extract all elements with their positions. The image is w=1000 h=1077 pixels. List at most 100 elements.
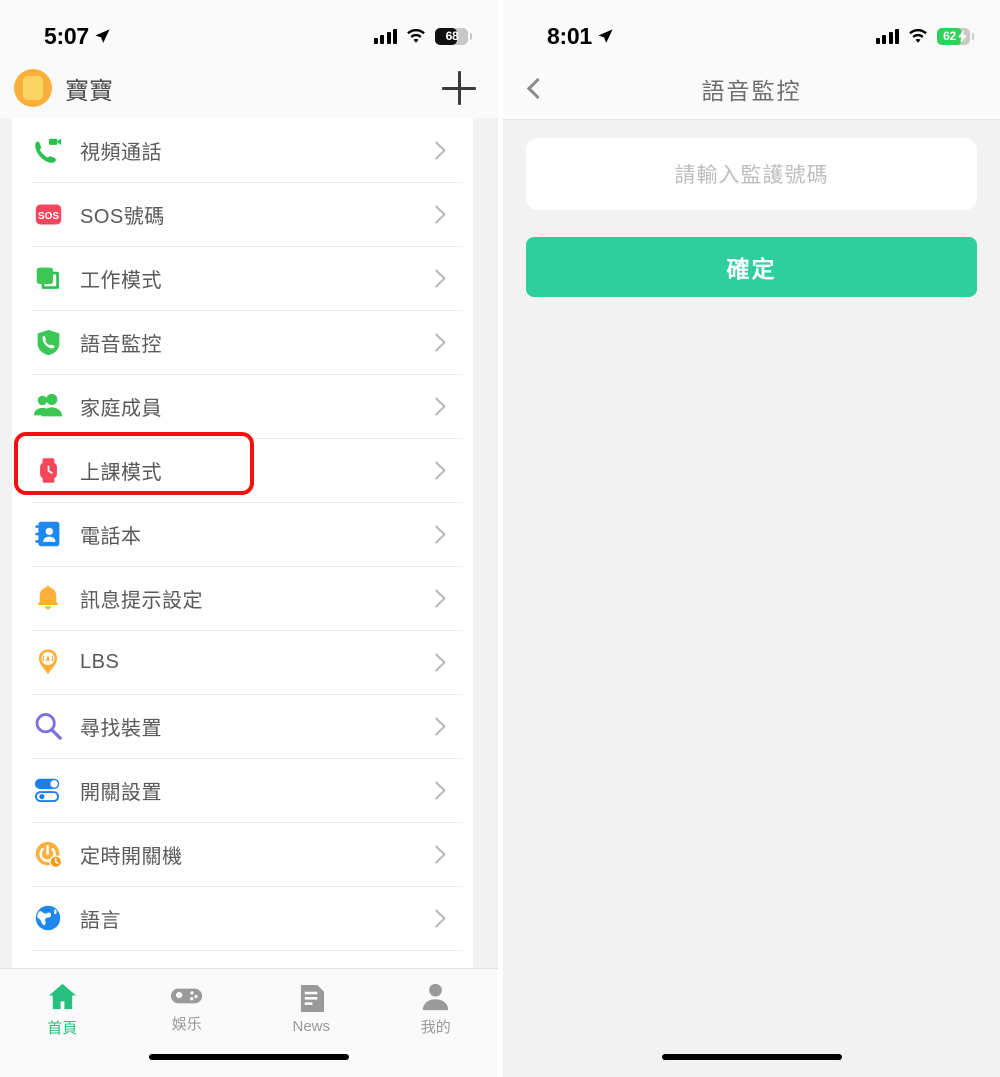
voice-monitor-form: 請輸入監護號碼 確定	[503, 120, 1000, 1076]
tab-label: News	[292, 1017, 330, 1035]
menu-item-label: SOS號碼	[80, 205, 165, 228]
home-icon	[48, 983, 76, 1009]
location-arrow-icon	[95, 28, 110, 43]
right-status-bar: 8:01 62	[503, 0, 1000, 58]
menu-item-label: 上課模式	[80, 461, 162, 484]
status-right-group: 68	[373, 27, 472, 45]
menu-item-lbs[interactable]: LBS	[12, 630, 473, 694]
menu-item-video-call[interactable]: 視頻通話	[12, 118, 473, 182]
page-title: 語音監控	[701, 77, 802, 104]
chevron-right-icon	[427, 588, 446, 608]
home-indicator	[149, 1054, 349, 1060]
tab-home[interactable]: 首頁	[0, 969, 125, 1049]
add-device-button[interactable]	[442, 71, 476, 105]
watch-avatar-icon[interactable]	[14, 69, 52, 107]
menu-item-label: 語言	[80, 909, 121, 932]
wifi-icon	[407, 28, 425, 43]
tab-entertainment[interactable]: 娛乐	[125, 969, 250, 1049]
chevron-right-icon	[427, 652, 446, 672]
bell-icon	[32, 582, 64, 614]
status-time: 5:07	[44, 22, 89, 49]
svg-text:SOS: SOS	[37, 211, 58, 222]
confirm-button-label: 確定	[726, 256, 777, 282]
menu-item-label: 定時開關機	[80, 845, 183, 868]
battery-charging-icon: 62	[937, 27, 974, 45]
chevron-right-icon	[427, 140, 446, 160]
chevron-right-icon	[427, 460, 446, 480]
settings-list: 視頻通話 SOS SOS號碼 工作模式 語音監控 家庭成員 上課模式 電話本 訊…	[12, 118, 473, 968]
bottom-tab-bar: 首頁 娛乐 News 我的	[0, 968, 498, 1077]
chevron-right-icon	[427, 908, 446, 928]
cellular-signal-icon	[373, 28, 397, 44]
menu-item-notification-settings[interactable]: 訊息提示設定	[12, 566, 473, 630]
status-left-group: 5:07	[44, 23, 111, 50]
menu-item-label: 家庭成員	[80, 397, 162, 420]
sos-icon: SOS	[32, 198, 64, 230]
menu-item-label: 開關設置	[80, 781, 162, 804]
menu-item-partial-next[interactable]	[12, 950, 473, 968]
chevron-right-icon	[427, 716, 446, 736]
find-device-search-icon	[32, 710, 64, 742]
right-nav-bar: 語音監控	[503, 58, 1000, 120]
location-arrow-icon	[598, 28, 613, 43]
menu-item-language[interactable]: 語言	[12, 886, 473, 950]
confirm-button[interactable]: 確定	[526, 237, 977, 297]
right-phone-screen: 8:01 62 語音監控 請輸入監護號碼 確定	[503, 0, 1000, 1077]
menu-item-voice-monitor[interactable]: 語音監控	[12, 310, 473, 374]
menu-item-label: 訊息提示設定	[80, 589, 203, 612]
scheduled-power-icon	[32, 838, 64, 870]
status-right-group: 62	[875, 27, 974, 45]
globe-icon	[32, 902, 64, 934]
menu-item-phonebook[interactable]: 電話本	[12, 502, 473, 566]
status-time: 8:01	[547, 22, 592, 49]
left-status-bar: 5:07 68	[0, 0, 498, 58]
video-call-icon	[32, 134, 64, 166]
input-placeholder: 請輸入監護號碼	[674, 164, 829, 187]
menu-item-family-members[interactable]: 家庭成員	[12, 374, 473, 438]
cellular-signal-icon	[875, 28, 899, 44]
menu-item-find-device[interactable]: 尋找裝置	[12, 694, 473, 758]
menu-item-label: 工作模式	[80, 269, 162, 292]
gamepad-icon	[171, 988, 203, 1004]
chevron-right-icon	[427, 332, 446, 352]
phonebook-icon	[32, 518, 64, 550]
menu-item-label: LBS	[80, 650, 120, 673]
tab-label: 娛乐	[171, 1016, 202, 1033]
tab-label: 我的	[420, 1018, 451, 1036]
chevron-right-icon	[427, 780, 446, 800]
work-mode-icon	[32, 262, 64, 294]
profile-name: 寶寶	[65, 77, 113, 105]
menu-item-scheduled-power[interactable]: 定時開關機	[12, 822, 473, 886]
profile-group[interactable]: 寶寶	[14, 69, 113, 107]
chevron-right-icon	[427, 844, 446, 864]
menu-item-work-mode[interactable]: 工作模式	[12, 246, 473, 310]
dual-phone-screenshot: 5:07 68 寶寶 視頻通話 SOS SOS號碼 工作模式 語音監控 家庭成員…	[0, 0, 1000, 1077]
guardian-number-input[interactable]: 請輸入監護號碼	[526, 138, 977, 210]
left-phone-screen: 5:07 68 寶寶 視頻通話 SOS SOS號碼 工作模式 語音監控 家庭成員…	[0, 0, 498, 1077]
chevron-right-icon	[427, 204, 446, 224]
menu-item-label: 尋找裝置	[80, 717, 162, 740]
home-indicator	[661, 1054, 842, 1060]
tab-profile[interactable]: 我的	[374, 969, 499, 1049]
battery-percent: 68	[445, 29, 459, 43]
tab-news[interactable]: News	[249, 969, 374, 1049]
person-icon	[423, 983, 449, 1010]
menu-item-label: 電話本	[80, 525, 142, 548]
menu-item-class-mode[interactable]: 上課模式	[12, 438, 473, 502]
news-icon	[300, 984, 324, 1012]
status-left-group: 8:01	[547, 23, 614, 50]
chevron-right-icon	[427, 396, 446, 416]
menu-item-label: 語音監控	[80, 333, 162, 356]
chevron-right-icon	[427, 268, 446, 288]
lbs-pin-icon	[32, 646, 64, 678]
family-members-icon	[32, 390, 64, 422]
menu-item-sos[interactable]: SOS SOS號碼	[12, 182, 473, 246]
tab-label: 首頁	[47, 1019, 78, 1037]
battery-icon: 68	[435, 27, 472, 45]
switch-settings-icon	[32, 774, 64, 806]
voice-monitor-icon	[32, 326, 64, 358]
charging-bolt-icon	[958, 29, 967, 43]
wifi-icon	[909, 28, 927, 43]
left-app-header: 寶寶	[0, 58, 498, 118]
menu-item-switch-settings[interactable]: 開關設置	[12, 758, 473, 822]
